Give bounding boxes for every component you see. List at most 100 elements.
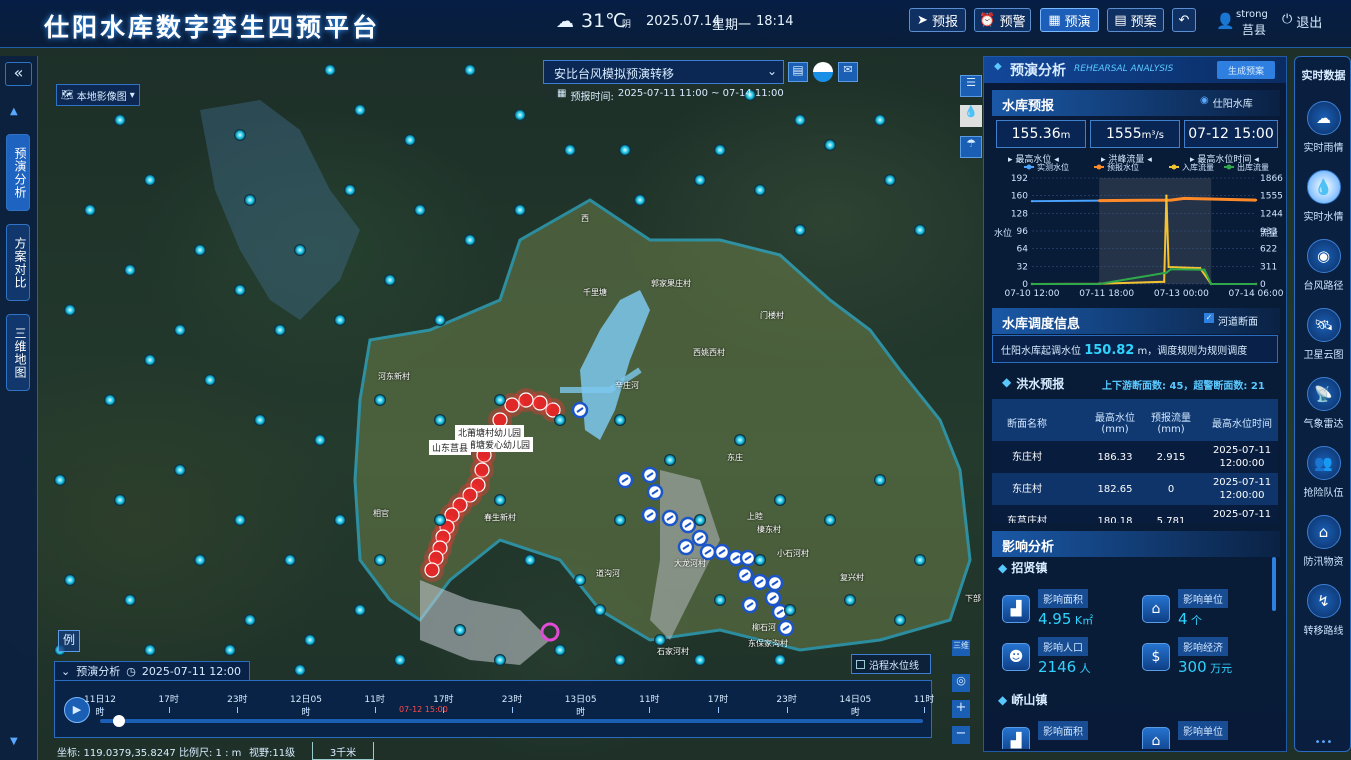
section-checkbox[interactable]: ✓ 河道断面 [1204,313,1258,328]
station-marker[interactable] [564,144,576,156]
zoom-out-button[interactable]: − [952,726,970,744]
station-marker[interactable] [434,414,446,426]
station-marker[interactable] [434,514,446,526]
station-marker[interactable] [124,594,136,606]
timeline-track[interactable] [100,719,923,723]
station-marker[interactable] [454,624,466,636]
right-nav-item[interactable]: ◉ 台风路径 [1295,239,1351,292]
station-marker[interactable] [914,224,926,236]
station-marker[interactable] [614,514,626,526]
warning-marker[interactable] [504,397,520,413]
station-marker[interactable] [774,654,786,666]
station-marker[interactable] [144,174,156,186]
station-marker[interactable] [554,414,566,426]
water-line-toggle[interactable]: 沿程水位线 [851,654,931,674]
station-marker[interactable] [404,134,416,146]
mail-icon[interactable]: ✉ [838,62,858,82]
station-marker[interactable] [124,264,136,276]
station-marker[interactable] [654,634,666,646]
station-marker[interactable] [374,394,386,406]
station-marker[interactable] [374,554,386,566]
station-marker[interactable] [64,304,76,316]
station-marker[interactable] [594,604,606,616]
station-marker[interactable] [254,414,266,426]
station-marker[interactable] [514,109,526,121]
station-marker[interactable] [384,274,396,286]
station-marker[interactable] [274,324,286,336]
layer-select[interactable]: 🗺 本地影像图 ▾ [56,84,140,106]
chevron-down-icon[interactable]: ⌄ [61,665,70,678]
scenario-select[interactable]: 安比台风模拟预演转移 ⌄ [543,60,784,84]
down-arrow-icon[interactable]: ▼ [10,736,18,747]
station-marker[interactable] [494,494,506,506]
right-nav-item[interactable]: ⌂ 防汛物资 [1295,515,1351,568]
scrollbar[interactable] [1272,557,1276,611]
right-nav-item[interactable]: 📡 气象雷达 [1295,377,1351,430]
station-marker[interactable] [694,654,706,666]
station-marker[interactable] [754,184,766,196]
warning-button[interactable]: ⏰ 预警 [974,8,1031,32]
station-marker[interactable] [464,234,476,246]
right-nav-item[interactable]: 👥 抢险队伍 [1295,446,1351,499]
collapse-button[interactable]: « [5,62,32,86]
zoom-in-button[interactable]: + [952,700,970,718]
station-marker[interactable] [174,464,186,476]
station-marker[interactable] [414,204,426,216]
station-marker[interactable] [554,644,566,656]
station-marker[interactable] [894,614,906,626]
document-icon[interactable]: ▤ [788,62,808,82]
plan-button[interactable]: ▤ 预案 [1107,8,1164,32]
station-marker[interactable] [144,354,156,366]
station-marker[interactable] [294,244,306,256]
water-level-icon[interactable] [813,62,833,82]
list-icon[interactable]: ☰ [960,75,982,97]
station-marker[interactable] [234,129,246,141]
station-marker[interactable] [304,634,316,646]
station-marker[interactable] [574,574,586,586]
drop-icon[interactable]: 💧 [960,105,982,127]
table-row[interactable]: 东庄村 186.33 2.915 2025-07-11 12:00:00 [992,441,1278,473]
up-arrow-icon[interactable]: ▲ [10,106,18,117]
station-marker[interactable] [324,64,336,76]
station-marker[interactable] [794,224,806,236]
forecast-button[interactable]: ➤ 预报 [909,8,966,32]
station-marker[interactable] [314,434,326,446]
rehearsal-button[interactable]: ▦ 预演 [1040,8,1099,32]
station-marker[interactable] [494,394,506,406]
station-marker[interactable] [204,374,216,386]
station-marker[interactable] [614,414,626,426]
station-marker[interactable] [664,454,676,466]
station-marker[interactable] [394,654,406,666]
check-icon[interactable]: ✓ [1204,313,1214,323]
station-marker[interactable] [714,594,726,606]
station-marker[interactable] [494,654,506,666]
right-nav-item[interactable]: 💧 实时水情 [1295,170,1351,223]
station-marker[interactable] [614,654,626,666]
station-marker[interactable] [234,284,246,296]
station-marker[interactable] [694,174,706,186]
station-marker[interactable] [244,614,256,626]
timeline-thumb[interactable] [113,715,125,727]
station-marker[interactable] [174,324,186,336]
table-row[interactable]: 东莒庄村 180.18 5.781 2025-07-11 [992,505,1278,523]
locate-icon[interactable]: ◎ [952,674,970,692]
right-nav-item[interactable]: ☁ 实时雨情 [1295,101,1351,154]
station-marker[interactable] [774,494,786,506]
timeline[interactable]: ▶ 11日12时 17时 23时 12日05时 11时 17时 23时 13日05时 11时 17… [54,680,934,738]
tab-rehearsal[interactable]: 预演分析 [6,134,30,211]
selected-station-marker[interactable] [540,622,560,642]
station-marker[interactable] [284,554,296,566]
station-marker[interactable] [694,514,706,526]
station-marker[interactable] [619,144,631,156]
logout-button[interactable]: ⏻ 退出 [1282,12,1322,31]
station-marker[interactable] [794,114,806,126]
station-marker[interactable] [114,494,126,506]
back-button[interactable]: ↶ [1172,8,1196,32]
station-marker[interactable] [64,574,76,586]
station-marker[interactable] [344,184,356,196]
station-marker[interactable] [234,514,246,526]
station-marker[interactable] [824,514,836,526]
tab-3d-map[interactable]: 三维地图 [6,314,30,391]
more-button[interactable]: ••• [1295,737,1351,748]
station-marker[interactable] [114,114,126,126]
